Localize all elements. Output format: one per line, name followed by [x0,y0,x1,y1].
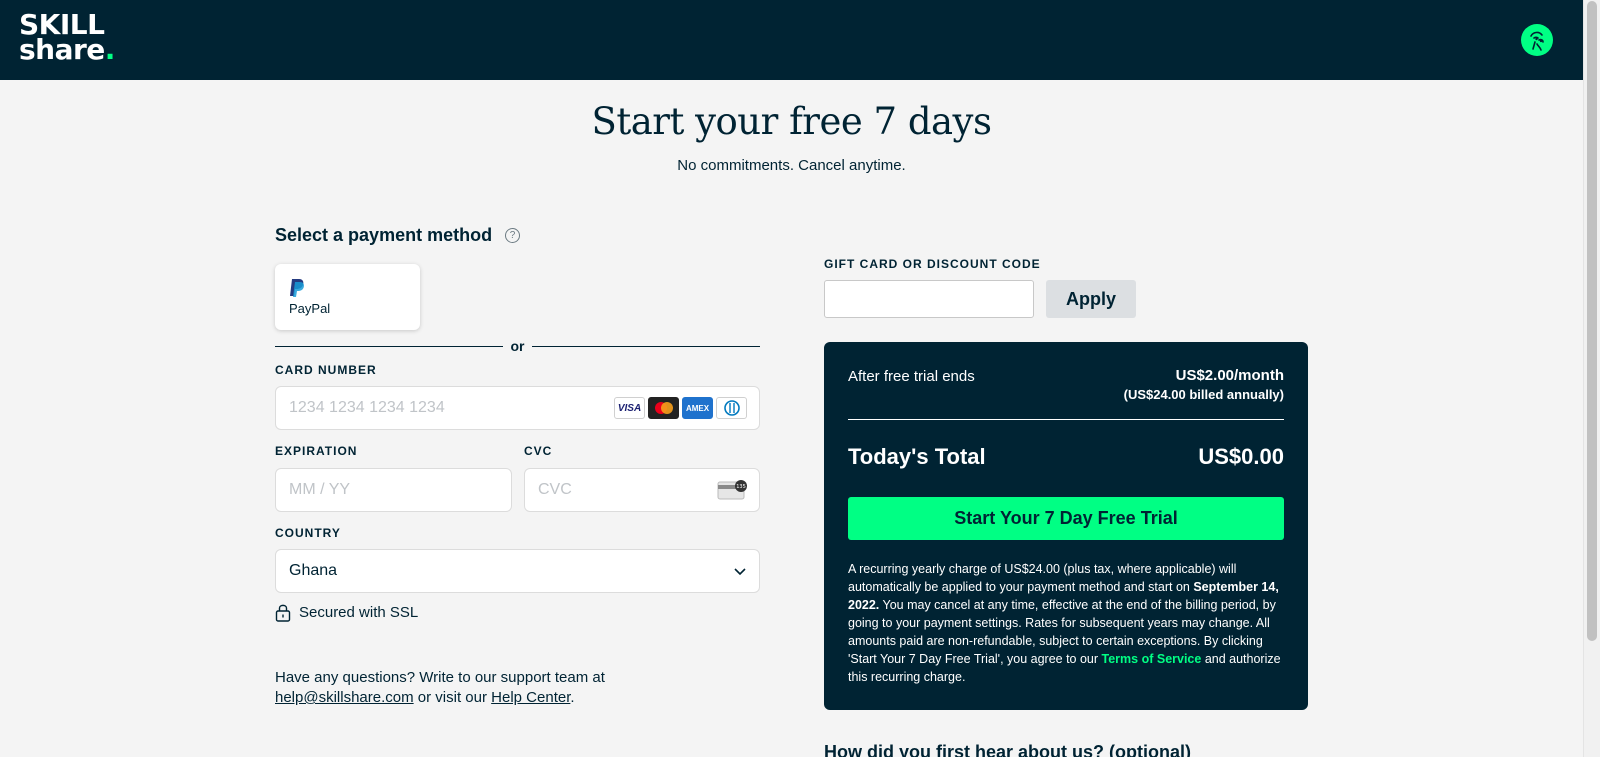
paypal-option[interactable]: PayPal [275,264,420,330]
paypal-label: PayPal [289,301,331,316]
legal-text: A recurring yearly charge of US$24.00 (p… [848,560,1288,686]
amex-icon: AMEX [682,397,713,419]
expiration-label: EXPIRATION [275,444,358,458]
page-title: Start your free 7 days [591,100,992,143]
order-summary-panel: After free trial ends US$2.00/month (US$… [824,342,1308,710]
card-number-label: CARD NUMBER [275,363,377,377]
gift-code-label: GIFT CARD OR DISCOUNT CODE [824,257,1041,271]
chevron-down-icon [734,568,746,576]
scrollbar-thumb[interactable] [1587,1,1597,641]
card-number-placeholder: 1234 1234 1234 1234 [289,399,445,416]
paypal-icon [290,279,304,297]
card-brand-logos: VISA AMEX [614,397,747,419]
country-label: COUNTRY [275,526,341,540]
cvc-input[interactable]: CVC 135 [524,468,760,512]
skillshare-logo[interactable]: SKILL share. [19,11,115,64]
after-trial-price: US$2.00/month [1175,367,1284,384]
country-selected-value: Ghana [289,562,338,579]
or-separator: or [510,338,525,354]
support-email-link[interactable]: help@skillshare.com [275,689,414,706]
logo-word: share [19,33,105,66]
support-middle: or visit our [413,689,492,706]
gift-code-input[interactable] [824,280,1034,318]
payment-method-heading: Select a payment method [275,225,493,245]
ssl-notice: Secured with SSL [299,604,419,621]
start-trial-button[interactable]: Start Your 7 Day Free Trial [848,497,1284,540]
support-line: Have any questions? Write to our support… [275,669,605,686]
legal-part-1: A recurring yearly charge of US$24.00 (p… [848,562,1237,594]
top-navbar: SKILL share. [0,0,1583,80]
help-icon[interactable]: ? [505,228,520,243]
expiration-input[interactable]: MM / YY [275,468,512,512]
user-avatar-icon[interactable] [1521,24,1553,56]
today-total-value: US$0.00 [1198,444,1284,469]
terms-of-service-link[interactable]: Terms of Service [1102,652,1202,666]
support-end: . [570,689,575,706]
cvc-icon-text: 135 [736,484,746,490]
diners-club-icon [716,397,747,419]
country-select[interactable]: Ghana [275,549,760,593]
support-text: Have any questions? Write to our support… [275,668,635,708]
after-trial-annual: (US$24.00 billed annually) [1123,387,1284,402]
divider-left [275,346,503,347]
after-trial-label: After free trial ends [848,368,975,385]
mastercard-icon [648,397,679,419]
lock-icon [275,604,291,622]
today-total-label: Today's Total [848,444,986,469]
page-subtitle: No commitments. Cancel anytime. [677,157,906,174]
logo-line-2: share. [19,36,115,64]
expiration-placeholder: MM / YY [289,481,351,498]
help-center-link[interactable]: Help Center [491,689,570,706]
visa-icon: VISA [614,397,645,419]
logo-dot: . [104,33,116,66]
cvc-label: CVC [524,444,553,458]
survey-heading: How did you first hear about us? (option… [824,742,1191,757]
apply-button[interactable]: Apply [1046,280,1136,318]
summary-divider [848,419,1284,420]
divider-right [532,346,760,347]
page-scrollbar[interactable] [1583,0,1600,757]
card-number-input[interactable]: 1234 1234 1234 1234 VISA AMEX [275,386,760,430]
cvc-placeholder: CVC [538,481,572,498]
cvc-card-icon: 135 [717,480,747,500]
